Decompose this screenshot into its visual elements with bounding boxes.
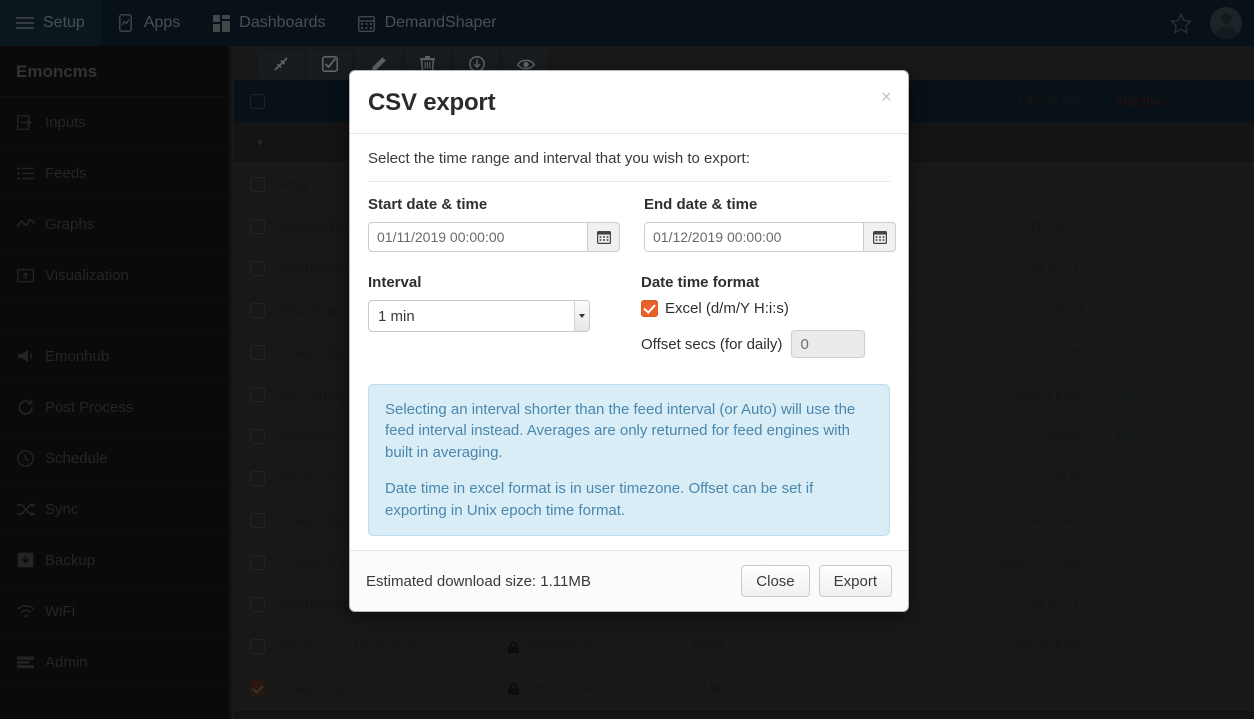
- end-date-label: End date & time: [644, 196, 758, 213]
- modal-header: CSV export ×: [350, 71, 908, 134]
- modal-body: Select the time range and interval that …: [350, 134, 908, 550]
- modal-intro-text: Select the time range and interval that …: [368, 150, 890, 182]
- csv-export-modal: CSV export × Select the time range and i…: [349, 70, 909, 613]
- download-size-estimate: Estimated download size: 1.11MB: [366, 572, 591, 590]
- alert-line-1: Selecting an interval shorter than the f…: [385, 401, 856, 461]
- close-icon[interactable]: ×: [881, 88, 892, 107]
- excel-format-checkbox[interactable]: [641, 300, 658, 317]
- app-screen: Setup Apps Dashboards DemandShaper: [0, 0, 1254, 719]
- interval-label: Interval: [368, 274, 422, 291]
- interval-select[interactable]: Auto10s30s1 min5 min10 min30 min1 hour1 …: [368, 300, 590, 332]
- alert-line-2: Date time in excel format is in user tim…: [385, 480, 814, 519]
- offset-label: Offset secs (for daily): [641, 335, 783, 353]
- end-date-input-group: [644, 222, 896, 252]
- end-date-input[interactable]: [644, 222, 863, 252]
- offset-input[interactable]: [791, 330, 866, 358]
- datetime-format-group: Date time format Excel (d/m/Y H:i:s) Off…: [641, 274, 890, 358]
- excel-format-checkbox-row[interactable]: Excel (d/m/Y H:i:s): [641, 300, 890, 317]
- start-date-calendar-icon[interactable]: [587, 222, 620, 252]
- interval-format-row: Interval Auto10s30s1 min5 min10 min30 mi…: [368, 274, 890, 358]
- datetime-format-label: Date time format: [641, 274, 760, 291]
- end-date-calendar-icon[interactable]: [863, 222, 896, 252]
- modal-footer: Estimated download size: 1.11MB Close Ex…: [350, 550, 908, 612]
- modal-title: CSV export: [368, 89, 496, 116]
- start-date-input-group: [368, 222, 620, 252]
- date-range-row: Start date & time End date & time: [368, 196, 896, 252]
- start-date-input[interactable]: [368, 222, 587, 252]
- offset-row: Offset secs (for daily): [641, 330, 890, 358]
- export-button[interactable]: Export: [818, 565, 892, 598]
- excel-format-label: Excel (d/m/Y H:i:s): [665, 300, 789, 317]
- end-date-group: End date & time: [644, 196, 896, 252]
- interval-select-wrap: Auto10s30s1 min5 min10 min30 min1 hour1 …: [368, 300, 590, 332]
- close-button[interactable]: Close: [741, 565, 810, 598]
- interval-group: Interval Auto10s30s1 min5 min10 min30 mi…: [368, 274, 617, 358]
- info-alert: Selecting an interval shorter than the f…: [368, 384, 890, 537]
- start-date-label: Start date & time: [368, 196, 488, 213]
- start-date-group: Start date & time: [368, 196, 620, 252]
